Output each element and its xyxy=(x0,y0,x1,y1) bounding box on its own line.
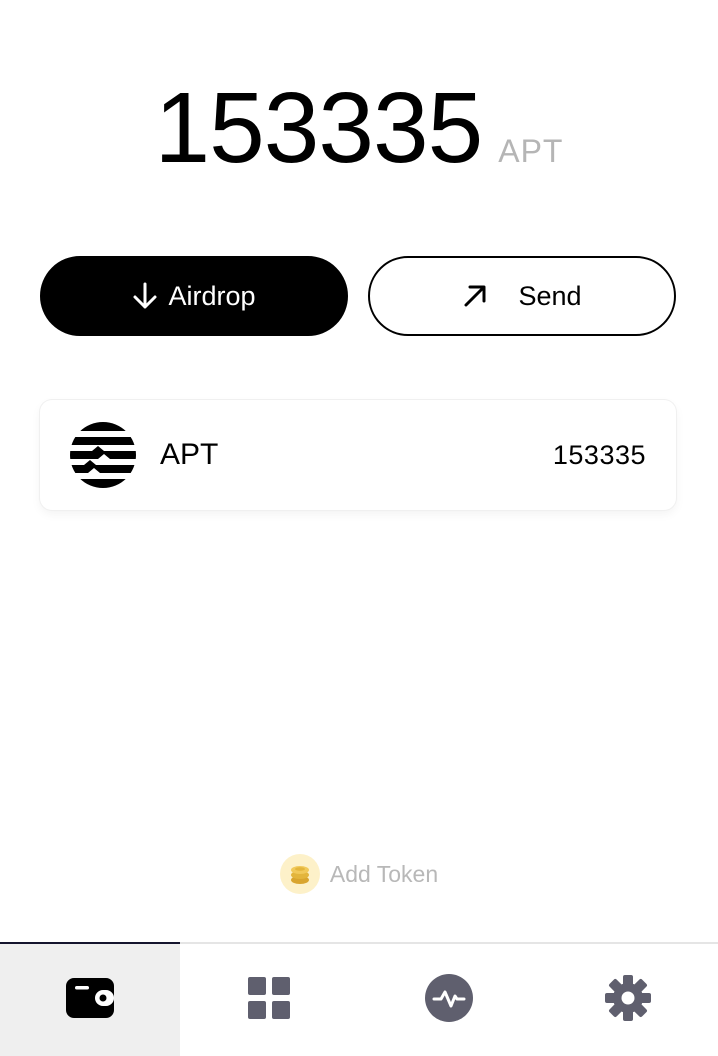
send-button[interactable]: Send xyxy=(368,256,676,336)
send-label: Send xyxy=(518,280,582,311)
coins-icon xyxy=(279,854,320,894)
aptos-logo-icon xyxy=(70,422,136,488)
action-buttons: Airdrop Send xyxy=(40,256,676,336)
arrow-down-icon xyxy=(132,282,158,310)
activity-icon xyxy=(424,973,473,1027)
token-balance: 153335 xyxy=(552,439,646,470)
add-token-label: Add Token xyxy=(329,860,439,887)
nav-tab-apps[interactable] xyxy=(180,944,360,1056)
balance-display: 153335 APT xyxy=(0,78,718,178)
add-token-button[interactable]: Add Token xyxy=(0,854,718,894)
wallet-icon xyxy=(65,976,115,1025)
arrow-up-right-icon xyxy=(462,283,488,309)
bottom-nav xyxy=(0,942,718,1056)
airdrop-button[interactable]: Airdrop xyxy=(40,256,348,336)
nav-tab-activity[interactable] xyxy=(359,944,539,1056)
airdrop-label: Airdrop xyxy=(168,280,256,311)
balance-amount: 153335 xyxy=(154,72,484,184)
nav-tab-settings[interactable] xyxy=(539,944,718,1056)
wallet-screen: 153335 APT Airdrop Send APT 153335 Add T… xyxy=(0,0,718,1056)
nav-tab-wallet[interactable] xyxy=(0,942,180,1056)
token-row-apt[interactable]: APT 153335 xyxy=(40,400,676,510)
token-symbol: APT xyxy=(160,438,219,471)
balance-unit: APT xyxy=(498,133,564,169)
gear-icon xyxy=(604,974,652,1027)
grid-icon xyxy=(248,976,291,1024)
